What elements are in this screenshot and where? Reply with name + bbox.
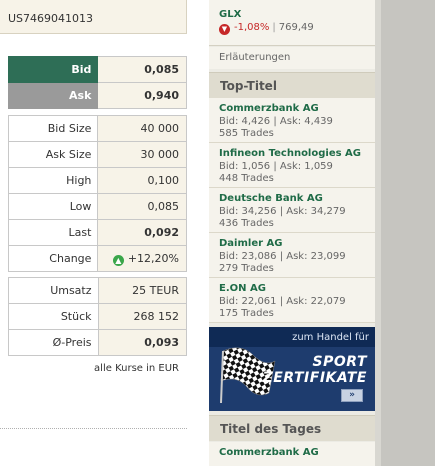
arrow-down-icon: ▼ xyxy=(219,24,230,35)
isin-label: US7469041013 xyxy=(0,0,187,34)
ticker-price: 769,49 xyxy=(278,22,314,33)
stock-trades: 279 Trades xyxy=(219,263,274,274)
bid-size-value: 40 000 xyxy=(97,115,187,142)
stock-quote: Bid: 4,426 | Ask: 4,439 xyxy=(219,116,333,127)
stock-name[interactable]: Commerzbank AG xyxy=(219,103,375,114)
quote-stats-table: Bid Size 40 000 Ask Size 30 000 High 0,1… xyxy=(7,115,187,272)
sport-zertifikate-banner[interactable]: zum Handel für SPORT ZERTIFIKATE » xyxy=(209,327,375,411)
avg-price-label: Ø-Preis xyxy=(8,329,99,356)
titel-des-tages-heading: Titel des Tages xyxy=(209,415,375,441)
sidebar-ticker-glx[interactable]: GLX ▼ -1,08% | 769,49 xyxy=(209,0,375,46)
bid-label: Bid xyxy=(7,56,99,83)
low-label: Low xyxy=(7,193,99,220)
currency-note: alle Kurse in EUR xyxy=(94,363,179,374)
ask-size-label: Ask Size xyxy=(7,141,99,168)
last-label: Last xyxy=(7,219,99,246)
change-value: +12,20% xyxy=(127,251,179,265)
list-item[interactable]: Commerzbank AG xyxy=(209,442,375,466)
ticker-change: -1,08% xyxy=(234,22,270,33)
previous-ticker-row xyxy=(219,4,375,9)
change-cell: ▲ +12,20% xyxy=(97,245,187,272)
stueck-label: Stück xyxy=(8,303,99,330)
stueck-value: 268 152 xyxy=(97,303,188,330)
avg-price-value: 0,093 xyxy=(97,329,188,356)
stock-name[interactable]: E.ON AG xyxy=(219,283,375,294)
low-value: 0,085 xyxy=(97,193,187,220)
stock-name[interactable]: Deutsche Bank AG xyxy=(219,193,375,204)
stock-quote: Bid: 22,061 | Ask: 22,079 xyxy=(219,296,346,307)
table-row: High 0,100 xyxy=(7,167,187,194)
last-value: 0,092 xyxy=(97,219,187,246)
table-row: Bid Size 40 000 xyxy=(7,115,187,142)
table-row: Last 0,092 xyxy=(7,219,187,246)
table-row: Change ▲ +12,20% xyxy=(7,245,187,272)
ask-value: 0,940 xyxy=(97,82,187,109)
erlaeuterungen-link[interactable]: Erläuterungen xyxy=(209,47,375,69)
table-row: Umsatz 25 TEUR xyxy=(8,277,188,304)
ticker-quote: ▼ -1,08% | 769,49 xyxy=(219,22,375,35)
ask-size-value: 30 000 xyxy=(97,141,187,168)
page-gutter xyxy=(375,0,435,466)
stock-trades: 436 Trades xyxy=(219,218,274,229)
table-row: Ø-Preis 0,093 xyxy=(8,329,188,356)
change-label: Change xyxy=(7,245,99,272)
stock-trades: 175 Trades xyxy=(219,308,274,319)
ask-label: Ask xyxy=(7,82,99,109)
stock-name[interactable]: Daimler AG xyxy=(219,238,375,249)
banner-title-zertifikate: ZERTIFIKATE xyxy=(262,370,367,386)
umsatz-value: 25 TEUR xyxy=(97,277,188,304)
stock-name[interactable]: Infineon Technologies AG xyxy=(219,148,375,159)
divider xyxy=(0,428,187,429)
list-item[interactable]: Deutsche Bank AG Bid: 34,256 | Ask: 34,2… xyxy=(209,188,375,233)
list-item[interactable]: Commerzbank AG Bid: 4,426 | Ask: 4,439 5… xyxy=(209,98,375,143)
table-row: Low 0,085 xyxy=(7,193,187,220)
banner-title-sport: SPORT xyxy=(312,354,367,370)
banner-subtitle: zum Handel für xyxy=(292,332,369,343)
list-item[interactable]: E.ON AG Bid: 22,061 | Ask: 22,079 175 Tr… xyxy=(209,278,375,323)
ask-row: Ask 0,940 xyxy=(7,82,187,109)
table-row: Ask Size 30 000 xyxy=(7,141,187,168)
umsatz-label: Umsatz xyxy=(8,277,99,304)
table-row: Stück 268 152 xyxy=(8,303,188,330)
arrow-up-icon: ▲ xyxy=(112,254,124,266)
stock-trades: 585 Trades xyxy=(219,128,274,139)
ticker-name[interactable]: GLX xyxy=(219,9,375,20)
stock-quote: Bid: 23,086 | Ask: 23,099 xyxy=(219,251,346,262)
list-item[interactable]: Daimler AG Bid: 23,086 | Ask: 23,099 279… xyxy=(209,233,375,278)
volume-table: Umsatz 25 TEUR Stück 268 152 Ø-Preis 0,0… xyxy=(8,277,188,356)
stock-quote: Bid: 1,056 | Ask: 1,059 xyxy=(219,161,333,172)
bid-value: 0,085 xyxy=(97,56,187,83)
bid-ask-table: Bid 0,085 Ask 0,940 xyxy=(7,56,187,109)
banner-arrow-button[interactable]: » xyxy=(341,389,363,402)
top-titel-heading: Top-Titel xyxy=(209,72,375,98)
stock-quote: Bid: 34,256 | Ask: 34,279 xyxy=(219,206,346,217)
bid-size-label: Bid Size xyxy=(7,115,99,142)
bid-row: Bid 0,085 xyxy=(7,56,187,83)
stock-name[interactable]: Commerzbank AG xyxy=(219,447,375,458)
stock-trades: 448 Trades xyxy=(219,173,274,184)
list-item[interactable]: Infineon Technologies AG Bid: 1,056 | As… xyxy=(209,143,375,188)
high-label: High xyxy=(7,167,99,194)
high-value: 0,100 xyxy=(97,167,187,194)
